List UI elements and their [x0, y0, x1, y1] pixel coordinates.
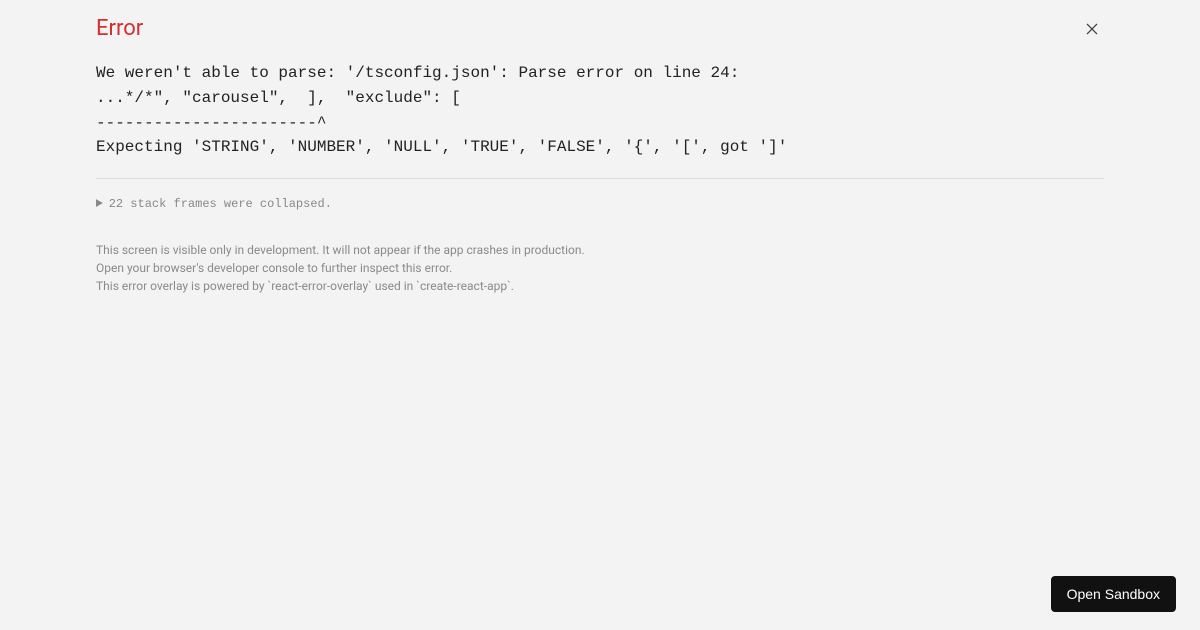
stack-frames-details[interactable]: 22 stack frames were collapsed.	[96, 197, 1104, 211]
error-line-2: ...*/*", "carousel", ], "exclude": [	[96, 89, 461, 107]
stack-frames-summary[interactable]: 22 stack frames were collapsed.	[96, 197, 1104, 211]
error-line-3: -----------------------^	[96, 114, 326, 132]
close-icon	[1084, 21, 1100, 37]
error-title: Error	[96, 16, 143, 41]
header-row: Error	[96, 16, 1104, 41]
dev-only-note: This screen is visible only in developme…	[96, 241, 1104, 259]
error-overlay: Error We weren't able to parse: '/tsconf…	[0, 0, 1200, 295]
error-message: We weren't able to parse: '/tsconfig.jso…	[96, 61, 1104, 160]
error-line-1: We weren't able to parse: '/tsconfig.jso…	[96, 64, 739, 82]
overlay-credit-note: This error overlay is powered by `react-…	[96, 277, 1104, 295]
close-button[interactable]	[1080, 17, 1104, 41]
console-note: Open your browser's developer console to…	[96, 259, 1104, 277]
footer-notes: This screen is visible only in developme…	[96, 241, 1104, 295]
open-sandbox-button[interactable]: Open Sandbox	[1051, 576, 1176, 612]
divider	[96, 178, 1104, 179]
error-line-4: Expecting 'STRING', 'NUMBER', 'NULL', 'T…	[96, 138, 787, 156]
